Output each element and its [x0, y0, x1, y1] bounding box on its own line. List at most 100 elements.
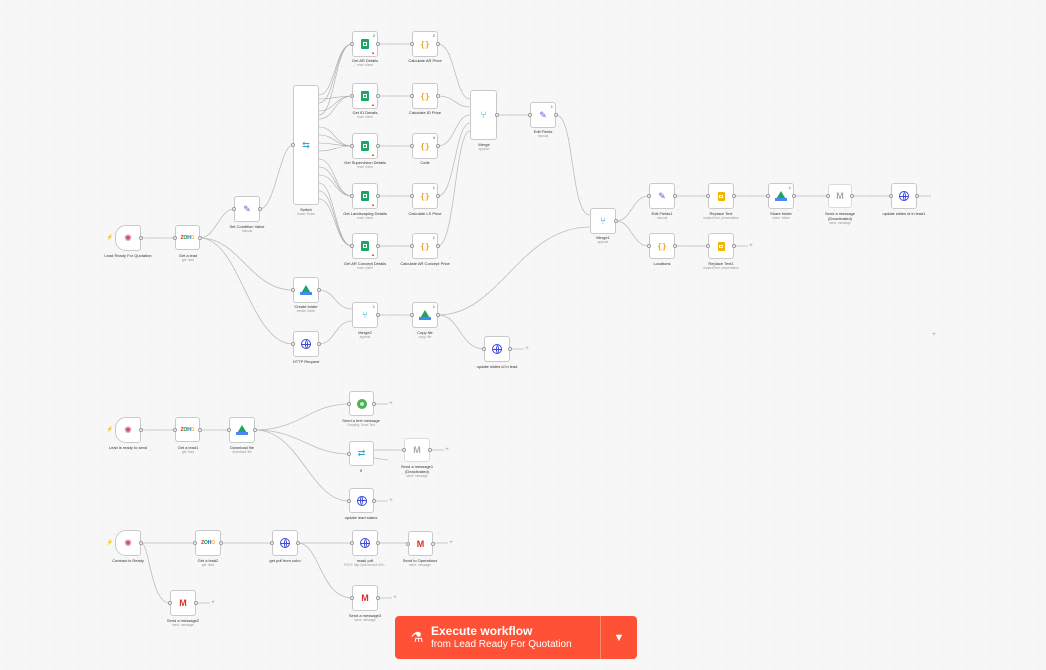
output-port[interactable]	[258, 207, 262, 211]
node-get-ar-concept-details[interactable]: ▲	[350, 233, 380, 259]
node-share-folder[interactable]: 1	[766, 183, 796, 209]
output-port[interactable]	[673, 244, 677, 248]
output-port[interactable]	[673, 194, 677, 198]
output-port[interactable]	[219, 541, 223, 545]
input-port[interactable]	[350, 94, 354, 98]
input-port[interactable]	[291, 288, 295, 292]
node-get-a-lead1[interactable]: ZOHO	[173, 417, 202, 442]
output-port[interactable]	[317, 342, 321, 346]
input-port[interactable]	[410, 94, 414, 98]
input-port[interactable]	[173, 427, 177, 432]
add-node-plus-icon[interactable]: +	[388, 498, 394, 504]
output-port[interactable]	[792, 194, 796, 198]
node-calculate-ar-concept-price[interactable]: {} 1	[410, 233, 440, 259]
node-get-supervision-details[interactable]: ▲	[350, 133, 380, 159]
node-update-lead-status[interactable]	[347, 488, 376, 513]
output-port[interactable]	[436, 144, 440, 148]
node-calculate-id-price[interactable]: {}	[410, 83, 440, 109]
node-send-a-message2[interactable]: M	[168, 590, 198, 616]
node-download-file[interactable]	[227, 417, 257, 443]
node-replace-text[interactable]	[706, 183, 736, 209]
node-if[interactable]: ⇄	[347, 441, 374, 466]
output-port[interactable]	[376, 244, 380, 248]
node-contract-is-ready[interactable]: ✺	[115, 530, 143, 556]
node-calculate-ls-price[interactable]: {} 1	[410, 183, 440, 209]
input-port[interactable]	[350, 244, 354, 248]
node-update-slides-id-in-lead[interactable]	[482, 336, 512, 362]
node-send-to-operations[interactable]: M	[406, 531, 435, 556]
input-port[interactable]	[168, 601, 172, 605]
node-get-landscaping-details[interactable]: ▲	[350, 183, 380, 209]
node-mask-pdf[interactable]	[350, 530, 380, 556]
output-port[interactable]	[296, 541, 300, 545]
input-port[interactable]	[406, 541, 410, 546]
output-port[interactable]	[436, 194, 440, 198]
input-port[interactable]	[347, 401, 351, 406]
input-port[interactable]	[173, 235, 177, 240]
input-port[interactable]	[193, 541, 197, 545]
output-port[interactable]	[139, 236, 143, 240]
output-port[interactable]	[376, 596, 380, 600]
input-port[interactable]	[706, 244, 710, 248]
node-get-a-lead2[interactable]: ZOHO	[193, 530, 223, 556]
output-port[interactable]	[139, 428, 143, 432]
add-node-plus-icon[interactable]: +	[392, 595, 398, 601]
output-port[interactable]	[428, 448, 432, 452]
node-locations[interactable]: {}	[647, 233, 677, 259]
input-port[interactable]	[706, 194, 710, 198]
node-lead-ready-for-quotation[interactable]: ✺	[115, 225, 143, 251]
node-get-pdf-from-zoho[interactable]	[270, 530, 300, 556]
output-port[interactable]	[436, 313, 440, 317]
node-get-id-details[interactable]: ▲	[350, 83, 380, 109]
node-send-a-message1-deactivated[interactable]: M	[402, 438, 432, 462]
output-port[interactable]	[376, 313, 380, 317]
node-merge1[interactable]: ⑂	[590, 208, 618, 234]
output-port[interactable]	[850, 194, 854, 198]
input-port[interactable]	[528, 113, 532, 117]
output-port[interactable]	[194, 601, 198, 605]
node-send-a-message-deactivated[interactable]: M	[826, 184, 854, 208]
node-lead-is-ready-to-send[interactable]: ✺	[115, 417, 143, 443]
node-create-folder[interactable]	[291, 277, 321, 303]
node-get-ar-details[interactable]: 2 ▲	[350, 31, 380, 57]
node-set-condition-value[interactable]: ✎	[232, 196, 262, 222]
output-port[interactable]	[436, 244, 440, 248]
add-node-plus-icon[interactable]: +	[388, 401, 394, 407]
output-port[interactable]	[376, 194, 380, 198]
input-port[interactable]	[647, 244, 651, 248]
input-port[interactable]	[410, 144, 414, 148]
node-code[interactable]: {} 4	[410, 133, 440, 159]
node-send-a-text-message[interactable]	[347, 391, 376, 416]
add-node-plus-icon[interactable]: +	[748, 243, 754, 249]
add-node-plus-icon[interactable]: +	[444, 447, 450, 453]
chevron-down-icon[interactable]: ▼	[601, 632, 637, 644]
node-merge2[interactable]: ⑂ 1	[352, 302, 380, 328]
output-port[interactable]	[376, 42, 380, 46]
node-copy-file[interactable]: 1	[410, 302, 440, 328]
output-port[interactable]	[198, 235, 202, 240]
input-port[interactable]	[889, 194, 893, 198]
output-port[interactable]	[732, 194, 736, 198]
node-switch[interactable]: ⇆	[291, 85, 319, 205]
add-node-plus-icon[interactable]: +	[210, 600, 216, 606]
output-port[interactable]	[198, 427, 202, 432]
workflow-canvas[interactable]: ⚡ ✺ Lead Ready For Quotation ZOHO Get a …	[0, 0, 1046, 670]
output-port[interactable]	[376, 541, 380, 545]
input-port[interactable]	[232, 207, 236, 211]
output-port[interactable]	[376, 144, 380, 148]
output-port[interactable]	[253, 428, 257, 432]
output-port[interactable]	[431, 541, 435, 546]
node-update-slides-id-in-lead1[interactable]	[889, 183, 919, 209]
input-port[interactable]	[350, 541, 354, 545]
input-port[interactable]	[350, 42, 354, 46]
input-port[interactable]	[350, 144, 354, 148]
input-port[interactable]	[347, 498, 351, 503]
output-port[interactable]	[376, 94, 380, 98]
add-node-plus-icon[interactable]: +	[448, 540, 454, 546]
output-port[interactable]	[495, 113, 499, 117]
output-port[interactable]	[436, 94, 440, 98]
node-send-a-message3[interactable]: M	[350, 585, 380, 611]
node-edit-fields[interactable]: ✎ 1	[528, 102, 558, 128]
node-edit-fields1[interactable]: ✎	[647, 183, 677, 209]
node-calculate-ar-price[interactable]: {} 2	[410, 31, 440, 57]
